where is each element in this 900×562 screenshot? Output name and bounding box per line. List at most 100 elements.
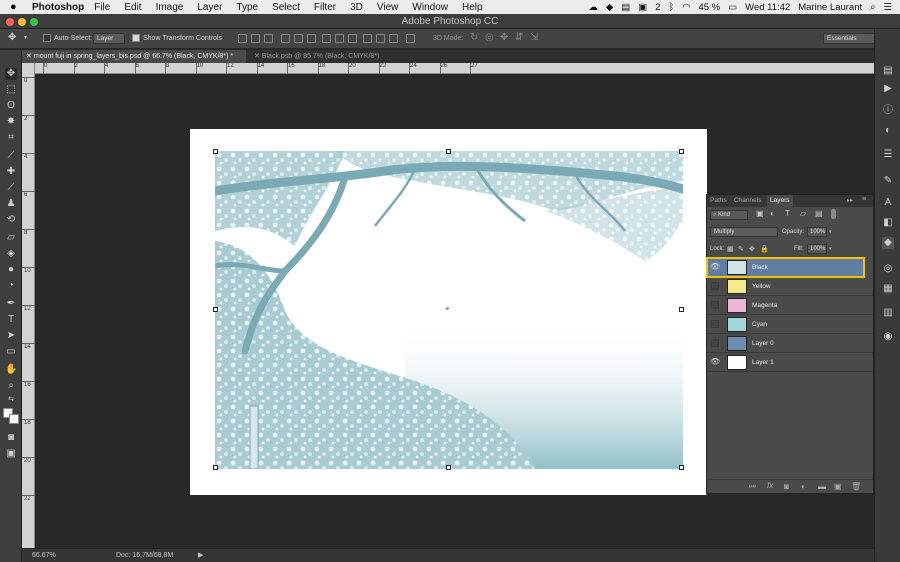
info-panel-icon[interactable]: ⓘ (882, 105, 894, 117)
history-panel-icon[interactable]: ▤ (882, 65, 894, 77)
menu-edit[interactable]: Edit (124, 2, 141, 13)
tool-preset-chevron-icon[interactable]: ▾ (24, 34, 27, 41)
transform-handle-top-left[interactable] (213, 149, 218, 154)
distribute-top-icon[interactable] (322, 34, 331, 43)
battery-icon[interactable]: ▭ (728, 2, 737, 13)
layer-row-magenta[interactable]: Magenta (707, 296, 873, 315)
type-tool-icon[interactable]: T (5, 314, 17, 326)
close-tab-icon[interactable]: ✕ (254, 53, 260, 60)
bluetooth-icon[interactable]: ᛒ (669, 2, 675, 13)
transform-handle-middle-left[interactable] (213, 307, 218, 312)
adjustments-panel-icon[interactable]: ◐ (882, 125, 894, 137)
filter-pixel-icon[interactable]: ▣ (756, 209, 764, 218)
link-layers-icon[interactable]: ⚯ (749, 482, 756, 491)
fill-input[interactable]: 100% (807, 244, 827, 254)
layer-row-layer-0[interactable]: Layer 0 (707, 334, 873, 353)
color-panel-icon[interactable]: ◧ (882, 217, 894, 229)
distribute-hcenter-icon[interactable] (376, 34, 385, 43)
align-bottom-icon[interactable] (264, 34, 273, 43)
tab-channels[interactable]: Channels (734, 197, 761, 204)
3d-roll-icon[interactable]: ◎ (485, 32, 494, 43)
align-top-icon[interactable] (238, 34, 247, 43)
channels-panel-icon[interactable]: ◎ (882, 263, 894, 275)
filter-adjustment-icon[interactable]: ◐ (770, 209, 775, 218)
lock-all-icon[interactable]: 🔒 (760, 245, 769, 253)
transform-handle-middle-right[interactable] (679, 307, 684, 312)
visibility-toggle-off[interactable] (711, 339, 719, 347)
tab-mount-fuji[interactable]: ✕ mount fuji in spring_layers_bis.psd @ … (22, 50, 246, 63)
menu-image[interactable]: Image (156, 2, 184, 13)
auto-select-checkbox[interactable] (43, 34, 51, 42)
delete-layer-icon[interactable]: 🗑 (851, 482, 861, 491)
transform-center-point[interactable]: ⌖ (445, 305, 453, 313)
paint-bucket-tool-icon[interactable]: ◈ (5, 248, 17, 260)
tab-paths[interactable]: Paths (710, 197, 727, 204)
filter-toggle[interactable] (831, 209, 836, 219)
visibility-toggle-off[interactable] (711, 282, 719, 290)
zoom-tool-icon[interactable]: ⌕ (5, 380, 17, 392)
align-hcenter-icon[interactable] (294, 34, 303, 43)
menu-view[interactable]: View (377, 2, 399, 13)
swap-colors-icon[interactable]: ⇆ (5, 394, 17, 406)
vertical-ruler[interactable]: 0 2 4 6 8 10 12 14 16 18 20 22 (22, 63, 35, 548)
move-tool-icon[interactable]: ✥ (8, 32, 16, 43)
lock-image-icon[interactable]: ✎ (738, 245, 744, 253)
layer-style-icon[interactable]: fx (767, 481, 773, 490)
visibility-toggle-off[interactable] (711, 301, 719, 309)
menu-layer[interactable]: Layer (197, 2, 222, 13)
new-layer-icon[interactable]: ▣ (834, 482, 842, 491)
visibility-eye-icon[interactable]: 👁 (710, 262, 720, 272)
show-transform-checkbox[interactable] (132, 34, 140, 42)
background-color-swatch[interactable] (9, 414, 19, 424)
layer-row-cyan[interactable]: Cyan (707, 315, 873, 334)
layer-row-layer-1[interactable]: 👁 Layer 1 (707, 353, 873, 372)
close-tab-icon[interactable]: ✕ (26, 53, 32, 60)
rectangle-tool-icon[interactable]: ▭ (5, 346, 17, 358)
transform-handle-bottom-center[interactable] (446, 465, 451, 470)
menu-type[interactable]: Type (236, 2, 258, 13)
filter-smart-object-icon[interactable]: ▤ (815, 209, 823, 218)
notification-center-icon[interactable]: ☰ (883, 2, 892, 13)
properties-panel-icon[interactable]: ☰ (882, 149, 894, 161)
hand-tool-icon[interactable]: ✋ (5, 364, 17, 376)
user-name[interactable]: Marine Laurant (798, 2, 862, 13)
menu-help[interactable]: Help (462, 2, 483, 13)
app-menu[interactable]: Photoshop (32, 2, 84, 13)
eyedropper-tool-icon[interactable]: ⟋ (5, 150, 17, 162)
filter-kind-dropdown[interactable]: ⌕ Kind (710, 210, 748, 220)
layers-panel-icon[interactable]: ◆ (882, 237, 894, 249)
wifi-icon[interactable]: ◠ (682, 2, 690, 13)
brush-panel-icon[interactable]: ✎ (882, 175, 894, 187)
status-badge[interactable]: 2 (655, 2, 660, 13)
filter-shape-icon[interactable]: ▱ (800, 209, 806, 218)
fill-slider-arrow-icon[interactable]: ▾ (829, 246, 832, 252)
status-menu-arrow-icon[interactable]: ▶ (198, 551, 203, 559)
layer-row-black[interactable]: 👁 Black (706, 257, 865, 278)
visibility-toggle-off[interactable] (711, 320, 719, 328)
align-left-icon[interactable] (281, 34, 290, 43)
zoom-level[interactable]: 66.67% (32, 552, 56, 559)
move-tool-icon[interactable]: ✥ (5, 68, 17, 80)
3d-pan-icon[interactable]: ✥ (500, 32, 508, 43)
transform-handle-bottom-left[interactable] (213, 465, 218, 470)
eraser-tool-icon[interactable]: ▱ (5, 232, 17, 244)
pen-tool-icon[interactable]: ✒ (5, 298, 17, 310)
menu-3d[interactable]: 3D (350, 2, 363, 13)
new-group-icon[interactable]: ▬ (818, 482, 826, 491)
brush-tool-icon[interactable]: ⟋ (5, 182, 17, 194)
blur-tool-icon[interactable]: ● (5, 264, 17, 276)
quick-select-tool-icon[interactable]: ✸ (5, 116, 17, 128)
distribute-vcenter-icon[interactable] (335, 34, 344, 43)
align-right-icon[interactable] (307, 34, 316, 43)
menu-select[interactable]: Select (272, 2, 300, 13)
distribute-left-icon[interactable] (363, 34, 372, 43)
opacity-input[interactable]: 100% (807, 227, 827, 237)
sync-icon[interactable]: ▣ (638, 2, 647, 13)
marquee-tool-icon[interactable]: ⬚ (5, 84, 17, 96)
filter-type-icon[interactable]: T (785, 209, 790, 218)
collapse-panel-icon[interactable]: ▸▸ (847, 197, 853, 204)
align-vcenter-icon[interactable] (251, 34, 260, 43)
lock-position-icon[interactable]: ✥ (749, 245, 755, 253)
spotlight-icon[interactable]: ⌕ (870, 2, 875, 13)
transform-handle-bottom-right[interactable] (679, 465, 684, 470)
